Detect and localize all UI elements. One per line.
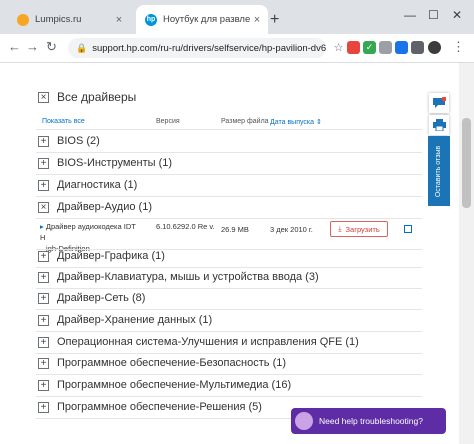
extension-icon[interactable] <box>395 41 408 54</box>
category-software-solutions[interactable]: + Программное обеспечение-Решения (5) <box>38 397 262 417</box>
tab-hp[interactable]: hp Ноутбук для развлечений HP Pavilion × <box>136 5 268 34</box>
tab-lumpics[interactable]: Lumpics.ru × <box>8 5 130 34</box>
collapse-icon[interactable]: × <box>38 91 49 103</box>
category-label: BIOS-Инструменты (1) <box>57 157 173 169</box>
sort-icon: ⇕ <box>315 119 322 126</box>
expand-icon[interactable]: + <box>38 135 49 147</box>
category-label: Операционная система-Улучшения и исправл… <box>57 336 359 348</box>
category-label: Диагностика (1) <box>57 179 138 191</box>
avatar[interactable] <box>428 41 441 54</box>
category-label: Программное обеспечение-Мультимедиа (16) <box>57 379 292 391</box>
expand-icon[interactable]: + <box>38 379 49 391</box>
hp-favicon-icon: hp <box>145 13 157 26</box>
assistant-avatar <box>295 412 313 430</box>
divider <box>36 129 422 130</box>
expand-triangle-icon: ▸ <box>40 222 44 231</box>
expand-icon[interactable]: + <box>38 292 49 304</box>
close-window-button[interactable]: ✕ <box>452 8 462 22</box>
browser-window: Lumpics.ru × hp Ноутбук для развлечений … <box>0 0 474 444</box>
extension-icon[interactable] <box>347 41 360 54</box>
tab-title: Ноутбук для развлечений HP Pavilion <box>163 14 250 25</box>
chat-icon[interactable] <box>429 93 449 113</box>
lumpics-favicon-icon <box>17 13 29 26</box>
help-chat-button[interactable]: Need help troubleshooting? <box>291 408 446 434</box>
all-drivers-header[interactable]: × Все драйверы <box>38 90 136 104</box>
scrollbar-thumb[interactable] <box>462 118 471 208</box>
category-label: Драйвер-Хранение данных (1) <box>57 314 213 326</box>
category-os-qfe[interactable]: + Операционная система-Улучшения и исправ… <box>38 332 359 352</box>
tab-strip: Lumpics.ru × hp Ноутбук для развлечений … <box>0 0 474 34</box>
expand-icon[interactable]: + <box>38 357 49 369</box>
driver-date: 3 дек 2010 г. <box>270 225 313 234</box>
category-software-multimedia[interactable]: + Программное обеспечение-Мультимедиа (16… <box>38 375 291 395</box>
page-content: × Все драйверы Показать все Версия Разме… <box>0 63 474 444</box>
address-bar[interactable]: 🔒 support.hp.com/ru-ru/drivers/selfservi… <box>68 38 326 58</box>
show-all-link[interactable]: Показать все <box>42 118 85 125</box>
category-label: BIOS (2) <box>57 135 100 147</box>
download-icon: ⤓ <box>338 224 342 233</box>
expand-icon[interactable]: + <box>38 179 49 191</box>
extension-icon[interactable] <box>379 41 392 54</box>
download-button[interactable]: ⤓ Загрузить <box>330 221 388 237</box>
print-icon[interactable] <box>429 115 449 135</box>
expand-icon[interactable]: + <box>38 157 49 169</box>
expand-icon[interactable]: + <box>38 271 49 283</box>
driver-checkbox[interactable] <box>404 225 412 233</box>
extension-check-icon[interactable]: ✓ <box>363 41 376 54</box>
size-column-header: Размер файла <box>221 118 269 125</box>
category-label: Программное обеспечение-Безопасность (1) <box>57 357 287 369</box>
category-audio[interactable]: × Драйвер-Аудио (1) <box>38 197 152 217</box>
category-label: Драйвер-Графика (1) <box>57 250 165 262</box>
new-tab-button[interactable]: + <box>270 12 279 28</box>
expand-icon[interactable]: + <box>38 314 49 326</box>
minimize-button[interactable]: — <box>404 8 416 22</box>
close-tab-icon[interactable]: × <box>250 14 264 26</box>
address-text: support.hp.com/ru-ru/drivers/selfservice… <box>92 42 326 54</box>
category-bios[interactable]: + BIOS (2) <box>38 131 100 151</box>
tab-title: Lumpics.ru <box>35 14 82 25</box>
feedback-tab[interactable]: Оставить отзыв <box>428 136 450 206</box>
category-label: Драйвер-Сеть (8) <box>57 292 146 304</box>
category-graphics[interactable]: + Драйвер-Графика (1) <box>38 246 165 266</box>
collapse-icon[interactable]: × <box>38 201 49 213</box>
address-toolbar: ← → ↻ 🔒 support.hp.com/ru-ru/drivers/sel… <box>0 34 474 63</box>
driver-size: 26.9 MB <box>221 225 249 234</box>
category-network[interactable]: + Драйвер-Сеть (8) <box>38 288 145 308</box>
category-software-security[interactable]: + Программное обеспечение-Безопасность (1… <box>38 353 286 373</box>
extension-icon[interactable] <box>411 41 424 54</box>
forward-arrow-icon[interactable]: → <box>26 39 39 54</box>
category-label: Программное обеспечение-Решения (5) <box>57 401 262 413</box>
star-icon[interactable]: ☆ <box>332 41 345 54</box>
driver-version: 6.10.6292.0 Re v. <box>156 222 215 231</box>
expand-icon[interactable]: + <box>38 250 49 262</box>
expand-icon[interactable]: + <box>38 336 49 348</box>
reload-icon[interactable]: ↻ <box>46 39 57 55</box>
category-label: Драйвер-Клавиатура, мышь и устройства вв… <box>57 271 319 283</box>
category-diagnostics[interactable]: + Диагностика (1) <box>38 175 137 195</box>
category-keyboard-mouse[interactable]: + Драйвер-Клавиатура, мышь и устройства в… <box>38 267 319 287</box>
scrollbar[interactable] <box>459 63 474 444</box>
date-column-header[interactable]: Дата выпуска ⇕ <box>270 118 322 126</box>
maximize-button[interactable]: ☐ <box>428 8 439 22</box>
version-column-header: Версия <box>156 118 180 125</box>
back-arrow-icon[interactable]: ← <box>8 39 21 54</box>
lock-icon: 🔒 <box>76 42 88 53</box>
category-storage[interactable]: + Драйвер-Хранение данных (1) <box>38 310 212 330</box>
expand-icon[interactable]: + <box>38 401 49 413</box>
category-label: Драйвер-Аудио (1) <box>57 201 152 213</box>
menu-icon[interactable]: ⋮ <box>452 39 465 55</box>
close-tab-icon[interactable]: × <box>112 14 126 26</box>
page-title: Все драйверы <box>57 90 137 104</box>
category-bios-tools[interactable]: + BIOS-Инструменты (1) <box>38 153 172 173</box>
